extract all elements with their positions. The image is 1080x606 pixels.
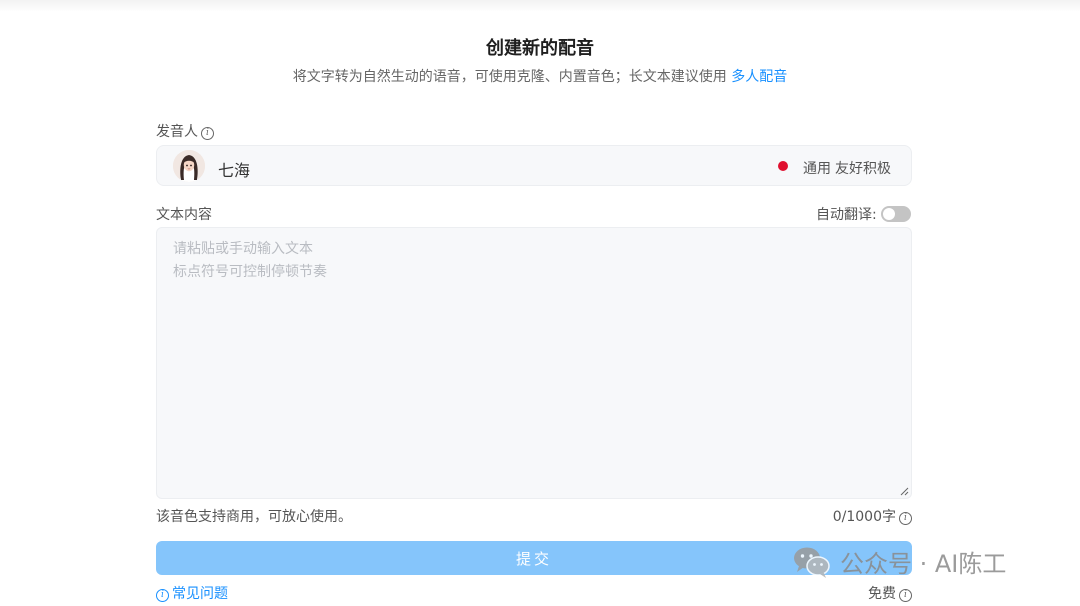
multi-speaker-link[interactable]: 多人配音 [731,69,787,85]
speaker-tag-general: 通用 [803,161,831,177]
toggle-knob [882,208,895,220]
price-info-icon[interactable]: i [899,589,912,602]
text-content-label: 文本内容 [156,207,212,223]
avatar-portrait-icon [173,150,205,182]
auto-translate-toggle[interactable] [880,206,911,222]
char-count-info-icon[interactable]: i [899,512,912,525]
speaker-name: 七海 [218,161,251,180]
auto-translate-row: 自动翻译: [816,204,911,224]
watermark: 公众号 · AI陈工 [792,544,1006,579]
faq-info-icon: i [156,589,169,602]
char-count-row: 0/1000字 i [833,506,912,526]
speaker-avatar [173,150,205,182]
auto-translate-label: 自动翻译: [816,207,877,223]
speaker-label-row: 发音人 i [156,121,214,141]
faq-link[interactable]: i 常见问题 [156,583,228,603]
page-subtitle: 将文字转为自然生动的语音，可使用克隆、内置音色；长文本建议使用 多人配音 [0,66,1080,86]
speaker-selector[interactable]: 七海 通用 友好积极 [156,145,912,186]
subtitle-text: 将文字转为自然生动的语音，可使用克隆、内置音色；长文本建议使用 [292,69,727,85]
commercial-note: 该音色支持商用，可放心使用。 [156,509,352,525]
speaker-tags: 通用 友好积极 [803,158,891,178]
status-dot-icon [778,161,788,171]
speaker-info-icon[interactable]: i [201,127,214,140]
speaker-label: 发音人 [156,124,198,140]
faq-label: 常见问题 [172,586,228,602]
watermark-text: 公众号 · AI陈工 [840,550,1007,578]
char-count: 0/1000字 [832,509,896,525]
page-title: 创建新的配音 [486,38,594,59]
price-label: 免费 [868,586,896,602]
price-row: 免费 i [868,583,912,603]
speaker-tag-style: 友好积极 [835,161,891,177]
text-input[interactable] [156,227,912,499]
top-shadow [0,0,1080,12]
wechat-icon [794,547,830,578]
